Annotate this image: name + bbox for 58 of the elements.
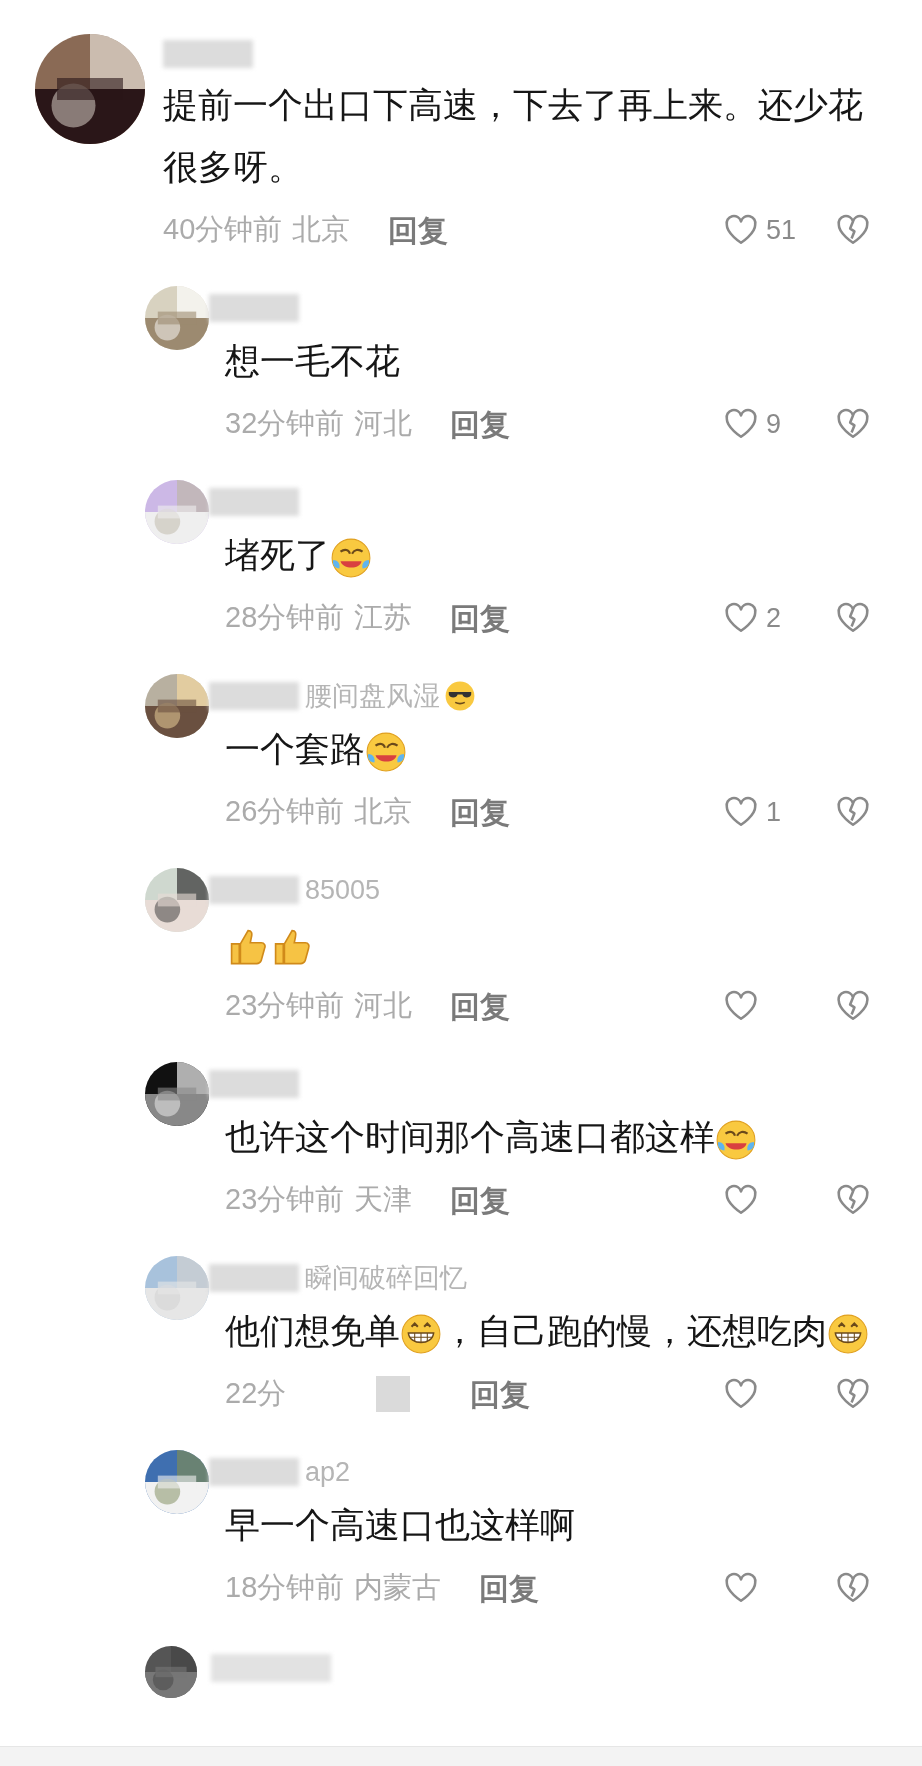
grinning-face-icon — [827, 1312, 869, 1355]
reply-button[interactable]: 回复 — [450, 595, 511, 641]
location: 河北 — [354, 406, 413, 442]
broken-heart-icon[interactable] — [836, 408, 870, 440]
location: 北京 — [292, 212, 351, 248]
reply-button[interactable]: 回复 — [450, 401, 511, 447]
comment-text: 也许这个时间那个高速口都这样 — [225, 1117, 715, 1156]
heart-icon[interactable] — [724, 1572, 758, 1604]
location: 天津 — [354, 1182, 413, 1218]
reply-button[interactable]: 回复 — [450, 789, 511, 835]
broken-heart-icon[interactable] — [836, 1572, 870, 1604]
broken-heart-icon[interactable] — [836, 602, 870, 634]
timestamp: 32分钟前 — [225, 406, 345, 442]
reply-button[interactable]: 回复 — [470, 1371, 531, 1417]
broken-heart-icon[interactable] — [836, 214, 870, 246]
broken-heart-icon[interactable] — [836, 1378, 870, 1410]
like-count: 1 — [766, 795, 782, 829]
heart-icon[interactable] — [724, 214, 758, 246]
reply-button[interactable]: 回复 — [388, 207, 449, 253]
comment-text: ，自己跑的慢，还想吃 — [442, 1311, 792, 1350]
broken-heart-icon[interactable] — [836, 1184, 870, 1216]
heart-icon[interactable] — [724, 602, 758, 634]
timestamp: 22分 — [225, 1376, 287, 1412]
timestamp: 26分钟前 — [225, 794, 345, 830]
comment-text: 早一个高速口也这样啊 — [225, 1505, 575, 1544]
timestamp: 28分钟前 — [225, 600, 345, 636]
comment-text: 想一毛不花 — [225, 341, 400, 380]
timestamp: 23分钟前 — [225, 1182, 345, 1218]
timestamp: 40分钟前 — [163, 212, 283, 248]
reply-button[interactable]: 回复 — [450, 983, 511, 1029]
heart-icon[interactable] — [724, 408, 758, 440]
comment-text: 提前一个出口下高速，下去了再上来。还少花很多呀。 — [163, 85, 863, 186]
comment-text: 一个套路 — [225, 729, 365, 768]
heart-icon[interactable] — [724, 796, 758, 828]
comment-text: 肉 — [792, 1311, 827, 1350]
heart-icon[interactable] — [724, 1378, 758, 1410]
like-count: 9 — [766, 407, 782, 441]
reply-button[interactable]: 回复 — [479, 1565, 540, 1611]
heart-icon[interactable] — [724, 1184, 758, 1216]
broken-heart-icon[interactable] — [836, 796, 870, 828]
reply-button[interactable]: 回复 — [450, 1177, 511, 1223]
comment-text: 堵死了 — [225, 535, 330, 574]
like-count: 51 — [766, 213, 797, 247]
broken-heart-icon[interactable] — [836, 990, 870, 1022]
sunglasses-face-icon — [444, 680, 476, 712]
like-count: 2 — [766, 601, 782, 635]
location: 北京 — [354, 794, 413, 830]
laughing-crying-face-icon — [715, 1118, 757, 1161]
grinning-face-icon — [400, 1312, 442, 1355]
timestamp: 23分钟前 — [225, 988, 345, 1024]
location: 河北 — [354, 988, 413, 1024]
laughing-crying-face-icon — [365, 730, 407, 773]
heart-icon[interactable] — [724, 990, 758, 1022]
location: 江苏 — [354, 600, 413, 636]
timestamp: 18分钟前 — [225, 1570, 345, 1606]
location: 内蒙古 — [354, 1570, 442, 1606]
comment-text: 他们想免单 — [225, 1311, 400, 1350]
laughing-crying-face-icon — [330, 536, 372, 579]
